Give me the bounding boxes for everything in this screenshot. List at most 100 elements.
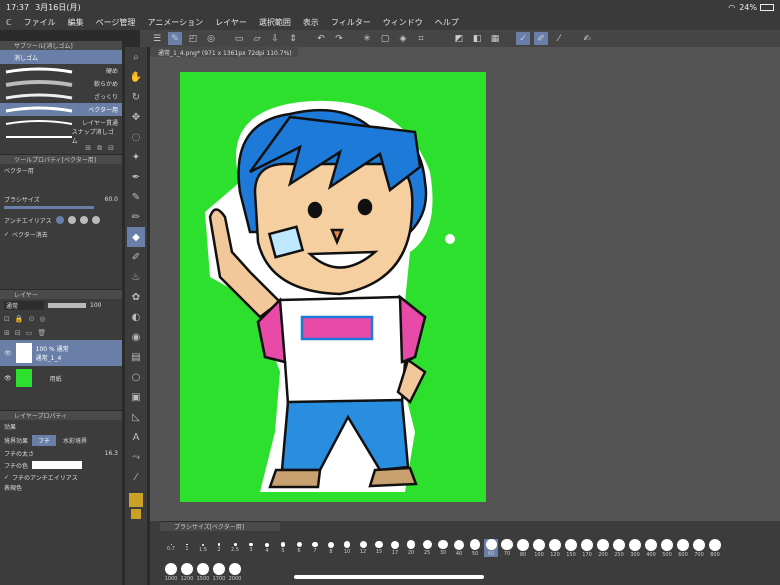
menu-selection[interactable]: 選択範囲 [253, 17, 297, 28]
artboard[interactable] [180, 72, 486, 502]
vector-brush-icon[interactable]: ✐ [534, 32, 548, 45]
fuchi-color-swatch[interactable] [32, 461, 83, 469]
open-file-icon[interactable]: ▱ [250, 32, 264, 45]
brush-size-preset[interactable]: 1 [180, 543, 194, 552]
brush-size-preset[interactable]: 2 [212, 543, 226, 553]
balloon-icon[interactable]: ⤳ [127, 447, 145, 467]
brush-size-preset[interactable]: 60 [484, 539, 498, 557]
aa-none-option[interactable] [55, 216, 64, 224]
new-file-icon[interactable]: ▭ [232, 32, 246, 45]
crop-icon[interactable]: ⌗ [414, 32, 428, 45]
brush-size-preset[interactable]: 4 [260, 542, 274, 554]
brush-size-preset[interactable]: 30 [436, 539, 450, 556]
menu-file[interactable]: ファイル [18, 17, 62, 28]
airbrush-icon[interactable]: ♨ [127, 267, 145, 287]
brush-size-preset[interactable]: 1.5 [196, 543, 210, 553]
eye-icon[interactable]: 👁 [4, 375, 12, 382]
brush-size-preset[interactable]: 50 [468, 539, 482, 557]
fill-bucket-icon[interactable]: ◉ [127, 327, 145, 347]
text-icon[interactable]: A [127, 427, 145, 447]
fuchi-width-row[interactable]: フチの太さ 16.3 [0, 447, 122, 459]
figure-icon[interactable]: ○ [127, 367, 145, 387]
pen-tool-icon[interactable]: ✎ [168, 32, 182, 45]
fuchi-button[interactable]: フチ [32, 434, 57, 446]
blend-mode-select[interactable]: 通常 [4, 301, 44, 310]
brush-size-preset[interactable]: 170 [580, 538, 594, 558]
brush-size-preset[interactable]: 5 [276, 542, 290, 554]
menu-layer[interactable]: レイヤー [209, 17, 253, 28]
clear-icon[interactable]: ✳ [360, 32, 374, 45]
add-icon[interactable]: ⊞ [85, 144, 91, 152]
layer-vector-icon[interactable]: ⊟ [15, 329, 21, 337]
brush-size-preset[interactable]: 600 [676, 538, 690, 558]
checkbox-icon[interactable]: ✓ [4, 231, 9, 238]
brush-size-preset[interactable]: 8 [324, 541, 338, 555]
brush-size-preset[interactable]: 10 [340, 541, 354, 555]
deselect-icon[interactable]: ▢ [378, 32, 392, 45]
brush-size-row[interactable]: ブラシサイズ 60.0 [0, 194, 122, 204]
brush-size-preset[interactable]: 0.7 [164, 544, 178, 552]
fill-icon[interactable]: ◈ [396, 32, 410, 45]
save-icon[interactable]: ⇩ [268, 32, 282, 45]
menu-page[interactable]: ページ管理 [90, 17, 142, 28]
subtool-item-snap[interactable]: スナップ消しゴム [0, 129, 122, 145]
arrow-up-down-icon[interactable]: ⇕ [286, 32, 300, 45]
eye-icon[interactable]: 👁 [4, 350, 12, 357]
brush-size-preset[interactable]: 800 [708, 538, 722, 558]
frame-icon[interactable]: ▣ [127, 387, 145, 407]
app-icon[interactable]: ℂ [0, 18, 18, 27]
main-color-swatch[interactable] [129, 493, 143, 507]
brush-size-preset[interactable]: 80 [516, 538, 530, 558]
pencil-icon[interactable]: ✏ [127, 207, 145, 227]
menu-icon[interactable]: ☰ [150, 32, 164, 45]
brush-size-preset[interactable]: 2000 [228, 562, 242, 582]
layer-mask-icon[interactable]: ◎ [39, 315, 45, 323]
selection-icon[interactable]: ◌ [127, 127, 145, 147]
eyedropper-icon[interactable]: ✒ [127, 167, 145, 187]
aa-mid-option[interactable] [79, 216, 88, 224]
subtool-item-vector[interactable]: ベクター用 [0, 103, 122, 116]
menu-help[interactable]: ヘルプ [429, 17, 465, 28]
brush-size-preset[interactable]: 40 [452, 539, 466, 557]
brush-size-preset[interactable]: 1500 [196, 562, 210, 582]
aa-strong-option[interactable] [91, 216, 100, 224]
vector-erase-row[interactable]: ✓ ベクター消去 [0, 227, 122, 241]
watercolor-button[interactable]: 水彩境界 [60, 435, 90, 446]
layer-folder-icon[interactable]: ▭ [26, 329, 33, 337]
undo-arrow-icon[interactable]: ↶ [314, 32, 328, 45]
ruler-icon[interactable]: ◺ [127, 407, 145, 427]
menu-window[interactable]: ウィンドウ [377, 17, 429, 28]
brush-size-preset[interactable]: 70 [500, 538, 514, 557]
brush-size-preset[interactable]: 120 [548, 538, 562, 558]
edit-icon[interactable]: ✍ [580, 32, 594, 45]
menu-edit[interactable]: 編集 [62, 17, 90, 28]
brush-size-preset[interactable]: 12 [356, 541, 370, 555]
snap-icon[interactable]: ◎ [204, 32, 218, 45]
layer-delete-icon[interactable]: 🗑 [37, 329, 46, 337]
rotate-icon[interactable]: ↻ [127, 87, 145, 107]
gradient-icon[interactable]: ▤ [127, 347, 145, 367]
hand-icon[interactable]: ✋ [127, 67, 145, 87]
layer-row[interactable]: 👁 用紙 [0, 366, 122, 390]
pen-icon[interactable]: ✎ [127, 187, 145, 207]
blend-icon[interactable]: ◐ [127, 307, 145, 327]
copy-icon[interactable]: ⧉ [97, 144, 102, 153]
brush-size-preset[interactable]: 250 [612, 538, 626, 558]
menu-filter[interactable]: フィルター [325, 17, 377, 28]
brush-size-slider[interactable] [4, 206, 94, 209]
sub-color-swatch[interactable] [131, 509, 141, 519]
layer-clip-icon[interactable]: ⊡ [4, 315, 10, 323]
layer-ref-icon[interactable]: ⊙ [29, 315, 35, 323]
undo-icon[interactable]: ◰ [186, 32, 200, 45]
menu-view[interactable]: 表示 [297, 17, 325, 28]
vector-pen-icon[interactable]: ✓ [516, 32, 530, 45]
brush-size-preset[interactable]: 1700 [212, 562, 226, 582]
brush-size-preset[interactable]: 300 [628, 538, 642, 558]
layer-lock-icon[interactable]: 🔒 [15, 315, 24, 323]
grid-icon[interactable]: ▦ [488, 32, 502, 45]
scale-icon[interactable]: ◧ [470, 32, 484, 45]
brush-size-preset[interactable]: 25 [420, 540, 434, 556]
brush-size-preset[interactable]: 400 [644, 538, 658, 558]
menu-animation[interactable]: アニメーション [141, 17, 209, 28]
subtool-item-hard[interactable]: 硬め [0, 64, 122, 77]
